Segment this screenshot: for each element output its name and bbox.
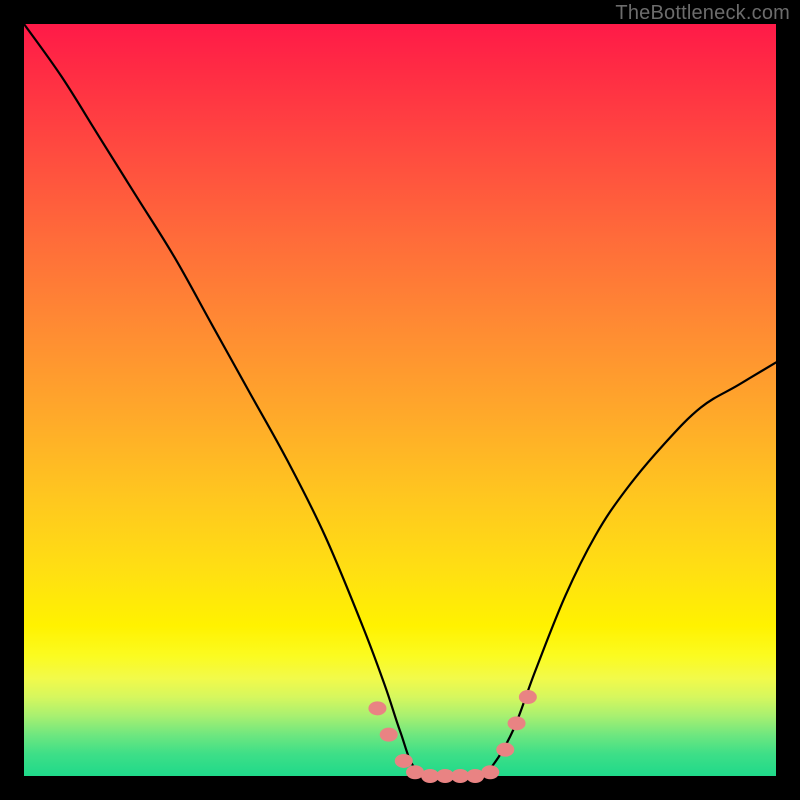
highlight-dot bbox=[380, 728, 398, 742]
highlight-dots bbox=[368, 690, 536, 783]
plot-area bbox=[24, 24, 776, 776]
chart-svg bbox=[24, 24, 776, 776]
highlight-dot bbox=[496, 743, 514, 757]
watermark-text: TheBottleneck.com bbox=[615, 2, 790, 25]
highlight-dot bbox=[481, 765, 499, 779]
highlight-dot bbox=[508, 716, 526, 730]
bottleneck-curve bbox=[24, 24, 776, 777]
chart-frame: TheBottleneck.com bbox=[0, 0, 800, 800]
highlight-dot bbox=[395, 754, 413, 768]
highlight-dot bbox=[519, 690, 537, 704]
highlight-dot bbox=[368, 701, 386, 715]
